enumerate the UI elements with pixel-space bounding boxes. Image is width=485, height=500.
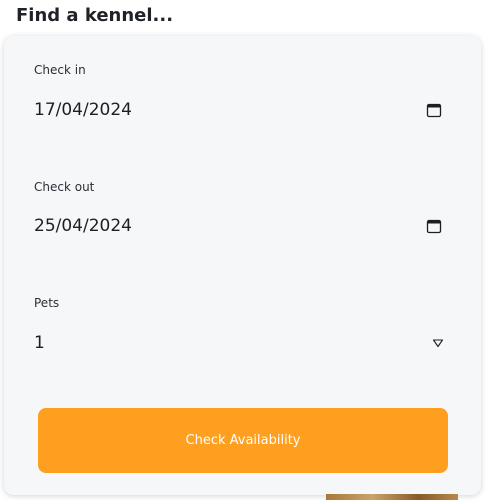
background-photo [326,494,458,500]
calendar-icon[interactable] [426,218,442,234]
pets-select[interactable]: 1 [34,329,448,357]
pets-value: 1 [34,333,45,353]
pets-label: Pets [34,296,60,310]
dropdown-caret-icon [432,339,444,348]
check-out-value: 25/04/2024 [34,216,132,236]
check-in-label: Check in [34,63,86,77]
check-out-date-input[interactable]: 25/04/2024 [34,212,448,240]
check-out-label: Check out [34,180,95,194]
check-availability-button[interactable]: Check Availability [38,408,448,473]
page-title: Find a kennel... [16,5,174,26]
check-in-value: 17/04/2024 [34,100,132,120]
calendar-icon[interactable] [426,102,442,118]
check-in-date-input[interactable]: 17/04/2024 [34,96,448,124]
